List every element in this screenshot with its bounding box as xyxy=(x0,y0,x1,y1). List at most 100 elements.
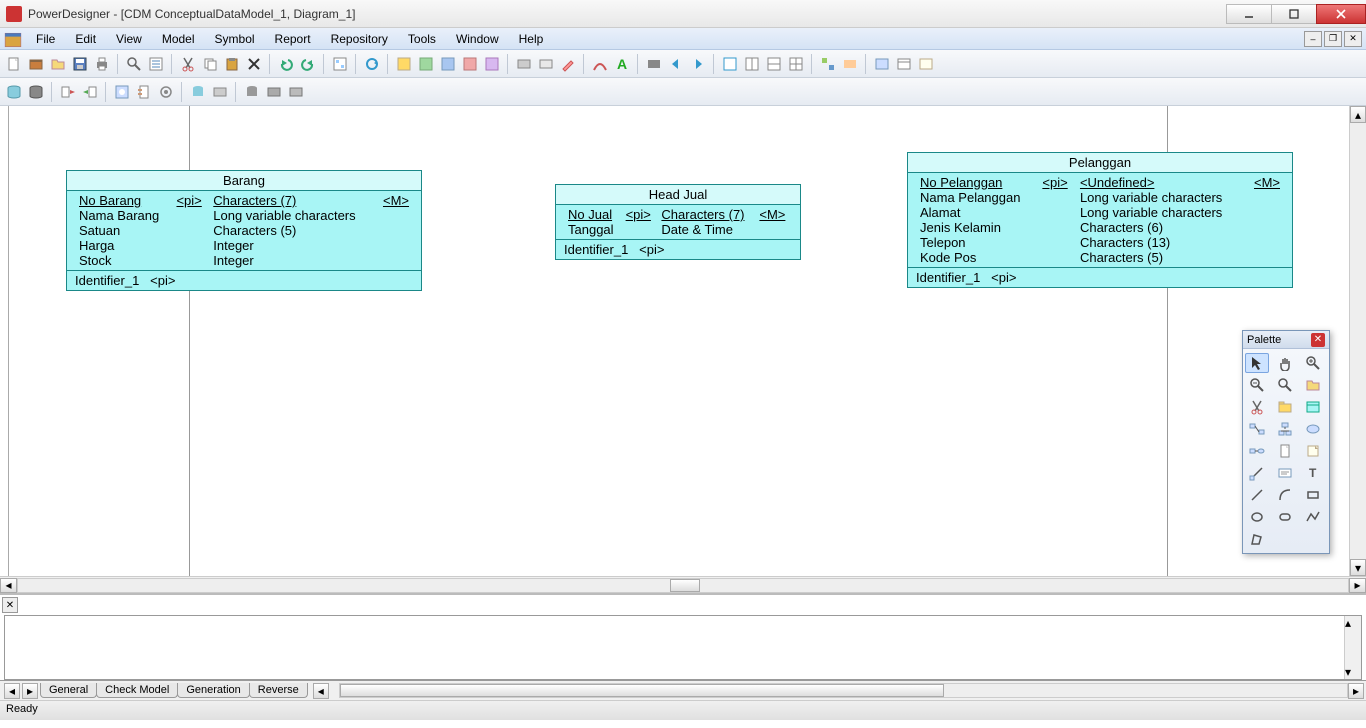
tool-m[interactable] xyxy=(894,54,914,74)
tool-k[interactable] xyxy=(840,54,860,74)
gen-6[interactable] xyxy=(188,82,208,102)
menu-file[interactable]: File xyxy=(26,29,65,49)
vscroll-track[interactable] xyxy=(1350,123,1366,559)
copy-button[interactable] xyxy=(200,54,220,74)
palette-window[interactable]: Palette ✕ T xyxy=(1242,330,1330,554)
polygon-tool[interactable] xyxy=(1245,529,1269,549)
hscroll-track[interactable] xyxy=(17,578,1349,593)
association-tool[interactable] xyxy=(1301,419,1325,439)
tool-n[interactable] xyxy=(916,54,936,74)
canvas-vscroll[interactable]: ▴ ▾ xyxy=(1349,106,1366,576)
tab-scroll-right[interactable]: ▸ xyxy=(22,683,38,699)
diagram-button[interactable] xyxy=(330,54,350,74)
ellipse-tool[interactable] xyxy=(1245,507,1269,527)
menu-help[interactable]: Help xyxy=(509,29,554,49)
menu-view[interactable]: View xyxy=(106,29,152,49)
window-close-button[interactable] xyxy=(1316,4,1366,24)
refresh-button[interactable] xyxy=(362,54,382,74)
project-button[interactable] xyxy=(26,54,46,74)
output-close-button[interactable]: ✕ xyxy=(2,597,18,613)
rounded-rect-tool[interactable] xyxy=(1273,507,1297,527)
zoom-fit-tool[interactable] xyxy=(1273,375,1297,395)
gen-5[interactable] xyxy=(156,82,176,102)
zoom-out-tool[interactable] xyxy=(1245,375,1269,395)
diagram-canvas[interactable]: Barang No Barang<pi>Characters (7)<M> Na… xyxy=(0,106,1366,576)
gen-7[interactable] xyxy=(210,82,230,102)
gen-2[interactable] xyxy=(80,82,100,102)
print-button[interactable] xyxy=(92,54,112,74)
tool-g[interactable] xyxy=(536,54,556,74)
tool-c[interactable] xyxy=(438,54,458,74)
palette-close-button[interactable]: ✕ xyxy=(1311,333,1325,347)
package-tool[interactable] xyxy=(1273,397,1297,417)
gen-1[interactable] xyxy=(58,82,78,102)
tool-l[interactable] xyxy=(872,54,892,74)
delete-button[interactable] xyxy=(244,54,264,74)
text-tool[interactable]: T xyxy=(1301,463,1325,483)
window-maximize-button[interactable] xyxy=(1271,4,1317,24)
db-icon[interactable] xyxy=(4,82,24,102)
redo-button[interactable] xyxy=(298,54,318,74)
arrow-left-icon[interactable] xyxy=(666,54,686,74)
entity-barang[interactable]: Barang No Barang<pi>Characters (7)<M> Na… xyxy=(66,170,422,291)
menu-tools[interactable]: Tools xyxy=(398,29,446,49)
menu-window[interactable]: Window xyxy=(446,29,509,49)
gen-4[interactable] xyxy=(134,82,154,102)
scroll-up-button[interactable]: ▴ xyxy=(1350,106,1366,123)
menu-edit[interactable]: Edit xyxy=(65,29,106,49)
undo-button[interactable] xyxy=(276,54,296,74)
zoom-in-tool[interactable] xyxy=(1301,353,1325,373)
arc-tool[interactable] xyxy=(1273,485,1297,505)
scroll-right-button[interactable]: ▸ xyxy=(1349,578,1366,593)
tab-reverse[interactable]: Reverse xyxy=(249,683,308,698)
rectangle-tool[interactable] xyxy=(1301,485,1325,505)
db-dark-icon[interactable] xyxy=(26,82,46,102)
output-hscroll-left[interactable]: ◂ xyxy=(313,683,329,699)
gen-8[interactable] xyxy=(242,82,262,102)
gen-9[interactable] xyxy=(264,82,284,102)
tab-generation[interactable]: Generation xyxy=(177,683,249,698)
open-diagram-tool[interactable] xyxy=(1301,375,1325,395)
tool-e[interactable] xyxy=(482,54,502,74)
canvas-hscroll[interactable]: ◂ ▸ xyxy=(0,576,1366,593)
scroll-down-button[interactable]: ▾ xyxy=(1350,559,1366,576)
gen-10[interactable] xyxy=(286,82,306,102)
mdi-minimize-button[interactable]: – xyxy=(1304,31,1322,47)
title-tool[interactable] xyxy=(1273,463,1297,483)
palette-titlebar[interactable]: Palette ✕ xyxy=(1243,331,1329,349)
paste-button[interactable] xyxy=(222,54,242,74)
tool-j[interactable] xyxy=(818,54,838,74)
output-vscroll[interactable]: ▴▾ xyxy=(1344,616,1361,679)
menu-model[interactable]: Model xyxy=(152,29,205,49)
tool-f[interactable] xyxy=(514,54,534,74)
polyline-tool[interactable] xyxy=(1301,507,1325,527)
relationship-tool[interactable] xyxy=(1245,419,1269,439)
scroll-left-button[interactable]: ◂ xyxy=(0,578,17,593)
inheritance-tool[interactable] xyxy=(1273,419,1297,439)
output-body[interactable]: ▴▾ xyxy=(4,615,1362,680)
menu-symbol[interactable]: Symbol xyxy=(205,29,265,49)
pen-icon[interactable] xyxy=(558,54,578,74)
output-hscroll-right[interactable]: ▸ xyxy=(1348,683,1364,699)
view-3[interactable] xyxy=(764,54,784,74)
pointer-tool[interactable] xyxy=(1245,353,1269,373)
new-button[interactable] xyxy=(4,54,24,74)
cut-button[interactable] xyxy=(178,54,198,74)
menu-repository[interactable]: Repository xyxy=(321,29,398,49)
open-button[interactable] xyxy=(48,54,68,74)
hscroll-thumb[interactable] xyxy=(670,579,700,592)
link2-tool[interactable] xyxy=(1245,463,1269,483)
view-4[interactable] xyxy=(786,54,806,74)
tool-b[interactable] xyxy=(416,54,436,74)
view-2[interactable] xyxy=(742,54,762,74)
find-button[interactable] xyxy=(124,54,144,74)
gen-3[interactable] xyxy=(112,82,132,102)
entity-pelanggan[interactable]: Pelanggan No Pelanggan<pi><Undefined><M>… xyxy=(907,152,1293,288)
delete-tool[interactable] xyxy=(1245,397,1269,417)
file-tool[interactable] xyxy=(1273,441,1297,461)
window-minimize-button[interactable] xyxy=(1226,4,1272,24)
entity-tool[interactable] xyxy=(1301,397,1325,417)
tab-checkmodel[interactable]: Check Model xyxy=(96,683,178,698)
link-tool[interactable] xyxy=(1245,441,1269,461)
arrow-right-icon[interactable] xyxy=(688,54,708,74)
